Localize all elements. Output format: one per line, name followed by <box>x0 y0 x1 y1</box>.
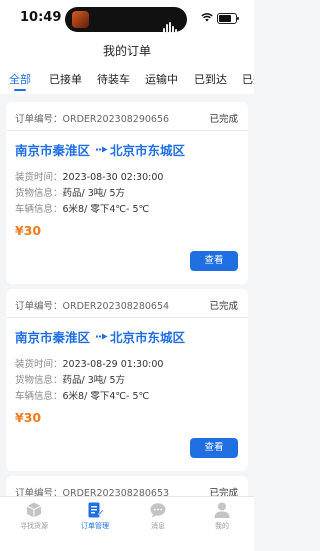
cargo-info-row: 货物信息：药品/ 3吨/ 5方 <box>15 375 126 386</box>
origin-city: 南京市秦淮区 <box>15 143 91 158</box>
tab-pending-loading[interactable]: 待装车 <box>97 71 130 87</box>
status-bar: 10:49 <box>0 0 254 38</box>
order-status: 已完成 <box>209 301 238 312</box>
active-tab-indicator <box>14 89 26 91</box>
load-time-row: 装货时间：2023-08-30 02:30:00 <box>15 172 164 183</box>
audio-waveform-icon <box>162 14 177 33</box>
vehicle-info-row: 车辆信息：6米8/ 零下4℃- 5℃ <box>15 391 150 402</box>
nav-label: 寻找货源 <box>20 522 48 530</box>
nav-profile[interactable]: 我的 <box>197 501 247 531</box>
view-order-button[interactable]: 查看 <box>190 438 238 458</box>
page-title: 我的订单 <box>102 44 151 58</box>
route: 南京市秦淮区 北京市东城区 <box>15 140 245 160</box>
order-doc-icon <box>88 502 104 518</box>
nav-messages[interactable]: 消息 <box>133 501 183 531</box>
dynamic-island <box>65 7 187 33</box>
order-status-tabs: 全部 已接单 待装车 运输中 已到达 已完成 <box>0 64 254 94</box>
load-time-row: 装货时间：2023-08-29 01:30:00 <box>15 359 164 370</box>
nav-label: 订单管理 <box>81 522 109 530</box>
user-icon <box>214 502 230 518</box>
status-time: 10:49 <box>20 10 62 25</box>
cube-icon <box>26 502 42 518</box>
route: 南京市秦淮区 北京市东城区 <box>15 327 245 347</box>
tab-all[interactable]: 全部 <box>9 71 31 87</box>
page-header: 我的订单 <box>0 38 254 64</box>
nav-label: 我的 <box>215 522 229 530</box>
order-number: 订单编号：ORDER202308290656 <box>15 114 170 125</box>
order-number: 订单编号：ORDER202308280654 <box>15 301 170 312</box>
cargo-info-row: 货物信息：药品/ 3吨/ 5方 <box>15 188 126 199</box>
battery-icon <box>217 13 239 24</box>
view-order-button[interactable]: 查看 <box>190 251 238 271</box>
tab-arrived[interactable]: 已到达 <box>194 71 227 87</box>
wifi-icon <box>201 13 213 22</box>
order-status: 已完成 <box>209 114 238 125</box>
route-arrow-icon <box>96 146 108 153</box>
order-price: ¥30 <box>15 410 42 425</box>
order-price: ¥30 <box>15 223 42 238</box>
now-playing-thumbnail <box>72 11 89 28</box>
bottom-navigation: 寻找货源 订单管理 消息 我的 <box>0 496 254 551</box>
order-card: 订单编号：ORDER202308280654 已完成 南京市秦淮区 北京市东城区… <box>6 289 248 471</box>
tab-in-transit[interactable]: 运输中 <box>145 71 178 87</box>
chat-bubble-icon <box>150 503 166 518</box>
destination-city: 北京市东城区 <box>110 143 186 158</box>
tab-accepted[interactable]: 已接单 <box>49 71 82 87</box>
nav-find-cargo[interactable]: 寻找货源 <box>9 501 59 531</box>
nav-order-management[interactable]: 订单管理 <box>70 501 120 531</box>
order-card: 订单编号：ORDER202308290656 已完成 南京市秦淮区 北京市东城区… <box>6 102 248 284</box>
nav-label: 消息 <box>151 522 165 530</box>
card-divider <box>6 317 248 318</box>
tab-completed[interactable]: 已完成 <box>242 71 254 87</box>
destination-city: 北京市东城区 <box>110 330 186 345</box>
card-divider <box>6 130 248 131</box>
route-arrow-icon <box>96 333 108 340</box>
vehicle-info-row: 车辆信息：6米8/ 零下4℃- 5℃ <box>15 204 150 215</box>
origin-city: 南京市秦淮区 <box>15 330 91 345</box>
